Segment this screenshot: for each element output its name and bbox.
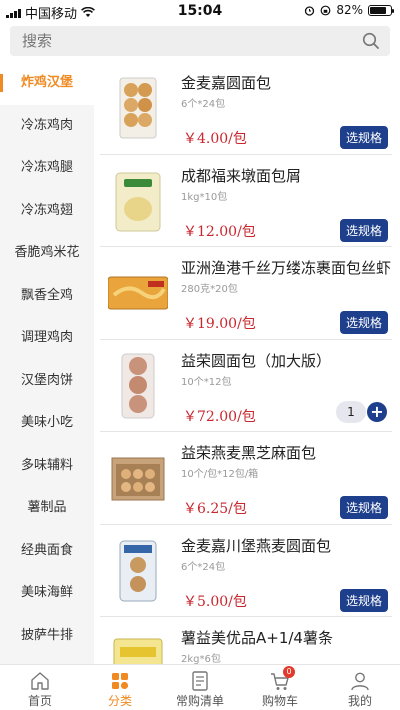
tab-category[interactable]: 分类	[80, 665, 160, 710]
product-spec: 1kg*10包	[181, 191, 228, 203]
sidebar-item-condiments[interactable]: 多味辅料	[0, 445, 94, 488]
list-icon	[192, 671, 208, 691]
product-item[interactable]: 成都福来墩面包屑 1kg*10包 ￥12.00/包 选规格	[100, 155, 392, 247]
product-list: 金麦嘉圆面包 6个*24包 ￥4.00/包 选规格 成都福来墩面包屑 1kg*1…	[100, 62, 392, 664]
product-spec: 6个*24包	[181, 99, 226, 110]
search-icon[interactable]	[362, 32, 380, 50]
product-image	[119, 77, 157, 139]
product-image	[115, 172, 161, 231]
tab-label: 我的	[347, 694, 372, 708]
add-quantity-button[interactable]: +	[367, 401, 387, 422]
select-spec-button[interactable]: 选规格	[339, 311, 388, 334]
product-price: ￥19.00/包	[183, 316, 256, 332]
tab-label: 购物车	[261, 694, 298, 708]
product-price: ￥72.00/包	[183, 408, 256, 425]
sidebar-item-whole-chicken[interactable]: 飘香全鸡	[0, 275, 94, 318]
select-spec-button[interactable]: 选规格	[339, 218, 388, 242]
product-spec: 280克*20包	[181, 284, 238, 295]
category-sidebar: 炸鸡汉堡 冷冻鸡肉 冷冻鸡腿 冷冻鸡翅 香脆鸡米花 飘香全鸡 调理鸡肉 汉堡肉饼…	[0, 62, 94, 664]
status-right: 82%	[304, 3, 394, 17]
product-image	[111, 457, 165, 501]
product-name: 金麦嘉川堡燕麦圆面包	[181, 536, 332, 555]
tab-label: 分类	[107, 694, 132, 708]
product-name: 金麦嘉圆面包	[181, 74, 272, 92]
sidebar-item-seafood[interactable]: 美味海鲜	[0, 572, 94, 615]
product-image	[108, 276, 168, 310]
product-item[interactable]: 亚洲渔港千丝万缕冻裹面包丝虾 280克*20包 ￥19.00/包 选规格	[100, 247, 392, 340]
category-icon	[112, 673, 129, 690]
user-icon	[351, 672, 369, 691]
product-item[interactable]: 金麦嘉川堡燕麦圆面包 6个*24包 ￥5.00/包 选规格	[100, 525, 392, 617]
tab-bar: 首页 分类 常购清单 0 购物车 我的	[0, 664, 400, 710]
search-input[interactable]	[22, 26, 342, 56]
tab-profile[interactable]: 我的	[320, 665, 400, 710]
product-item[interactable]: 益荣燕麦黑芝麻面包 10个/包*12包/箱 ￥6.25/包 选规格	[100, 432, 392, 525]
product-spec: 10个*12包	[181, 376, 232, 388]
product-image	[113, 638, 163, 664]
sidebar-item-frozen-wings[interactable]: 冷冻鸡翅	[0, 190, 94, 233]
product-price: ￥5.00/包	[183, 593, 247, 610]
product-image	[121, 353, 155, 418]
product-spec: 2kg*6包	[181, 654, 221, 664]
product-spec: 6个*24包	[181, 561, 226, 573]
sidebar-item-potato-products[interactable]: 薯制品	[0, 487, 94, 530]
select-spec-button[interactable]: 选规格	[339, 588, 388, 612]
product-price: ￥12.00/包	[183, 223, 256, 240]
tab-home[interactable]: 首页	[0, 665, 80, 710]
product-price: ￥4.00/包	[183, 131, 247, 147]
cart-badge: 0	[283, 666, 295, 678]
product-name: 成都福来墩面包屑	[181, 166, 302, 185]
sidebar-item-popcorn-chicken[interactable]: 香脆鸡米花	[0, 232, 94, 275]
product-item[interactable]: 益荣圆面包（加大版） 10个*12包 ￥72.00/包 1 +	[100, 340, 392, 432]
product-name: 亚洲渔港千丝万缕冻裹面包丝虾	[181, 259, 392, 277]
product-name: 益荣圆面包（加大版）	[181, 351, 332, 370]
product-spec: 10个/包*12包/箱	[181, 469, 259, 480]
sidebar-item-burger-patties[interactable]: 汉堡肉饼	[0, 360, 94, 403]
sidebar-item-snacks[interactable]: 美味小吃	[0, 402, 94, 445]
product-item[interactable]: 薯益美优品A+1/4薯条 2kg*6包	[100, 617, 392, 664]
sidebar-item-seasoned-chicken[interactable]: 调理鸡肉	[0, 317, 94, 360]
product-name: 薯益美优品A+1/4薯条	[181, 629, 333, 647]
tab-label: 首页	[27, 694, 52, 708]
rotation-lock-icon	[320, 5, 331, 15]
tab-cart[interactable]: 0 购物车	[240, 665, 320, 710]
status-bar: 中国移动 15:04 82%	[0, 0, 400, 22]
sidebar-item-classic-pastry[interactable]: 经典面食	[0, 530, 94, 573]
product-image	[119, 540, 157, 601]
alarm-icon	[305, 5, 315, 16]
battery-icon	[368, 4, 394, 16]
sidebar-item-frozen-drumsticks[interactable]: 冷冻鸡腿	[0, 147, 94, 190]
search-bar[interactable]	[10, 26, 390, 56]
sidebar-item-fried-chicken-burger[interactable]: 炸鸡汉堡	[0, 62, 94, 105]
select-spec-button[interactable]: 选规格	[339, 496, 388, 519]
product-name: 益荣燕麦黑芝麻面包	[181, 444, 317, 462]
tab-frequent-list[interactable]: 常购清单	[160, 665, 240, 710]
select-spec-button[interactable]: 选规格	[339, 126, 388, 149]
product-item[interactable]: 金麦嘉圆面包 6个*24包 ￥4.00/包 选规格	[100, 62, 392, 155]
tab-label: 常购清单	[175, 694, 224, 708]
home-icon	[31, 672, 49, 690]
sidebar-item-pizza-steak[interactable]: 披萨牛排	[0, 615, 94, 658]
sidebar-item-frozen-chicken[interactable]: 冷冻鸡肉	[0, 105, 94, 148]
battery-percent: 82%	[336, 3, 363, 17]
product-price: ￥6.25/包	[183, 501, 247, 517]
quantity-value[interactable]: 1	[336, 400, 366, 423]
